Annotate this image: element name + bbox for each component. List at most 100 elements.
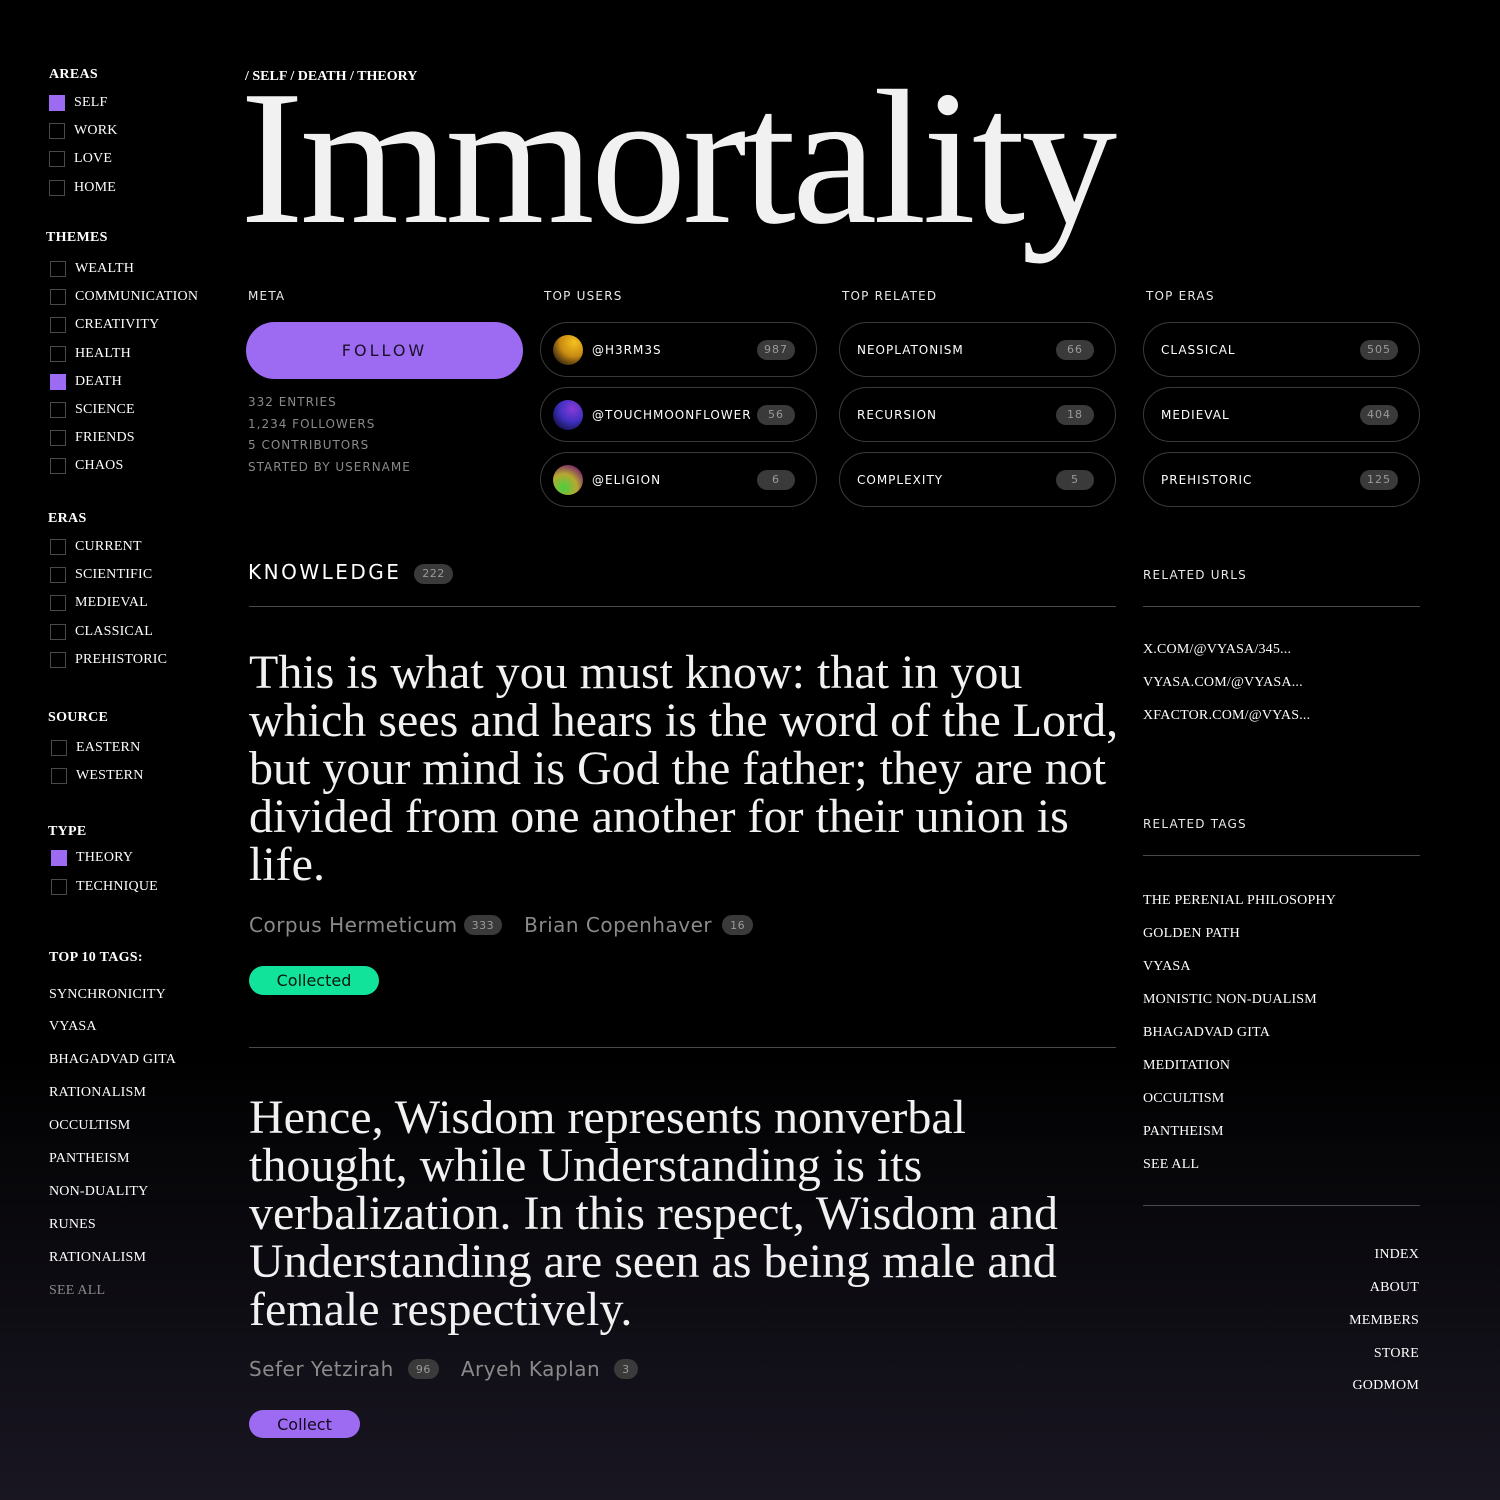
checkbox[interactable]: [51, 768, 67, 784]
user-pill[interactable]: @TOUCHMOONFLOWER 56: [540, 387, 817, 442]
meta-heading: META: [248, 289, 286, 303]
nav-about-link[interactable]: ABOUT: [1370, 1280, 1419, 1296]
author-link[interactable]: Aryeh Kaplan: [461, 1357, 600, 1381]
related-name: NEOPLATONISM: [857, 342, 964, 357]
related-tag-link[interactable]: MONISTIC NON-DUALISM: [1143, 992, 1317, 1008]
filter-area-love[interactable]: LOVE: [49, 151, 112, 167]
top-tag-link[interactable]: RATIONALISM: [49, 1085, 146, 1101]
filter-source-western[interactable]: WESTERN: [51, 768, 144, 784]
filter-label: PREHISTORIC: [75, 652, 168, 667]
checkbox[interactable]: [51, 850, 67, 866]
related-tags-see-all-link[interactable]: SEE ALL: [1143, 1157, 1199, 1173]
top-tag-link[interactable]: PANTHEISM: [49, 1151, 130, 1167]
checkbox[interactable]: [50, 595, 66, 611]
top-tag-link[interactable]: RUNES: [49, 1217, 96, 1233]
checkbox[interactable]: [50, 317, 66, 333]
checkbox[interactable]: [50, 374, 66, 390]
checkbox[interactable]: [50, 624, 66, 640]
filter-theme-friends[interactable]: FRIENDS: [50, 430, 135, 446]
filter-area-self[interactable]: SELF: [49, 95, 107, 111]
related-tag-link[interactable]: BHAGADVAD GITA: [1143, 1025, 1270, 1041]
areas-heading: AREAS: [49, 67, 98, 82]
filter-label: HOME: [74, 180, 117, 195]
top-related-heading: TOP RELATED: [842, 289, 938, 303]
meta-contributors: 5 CONTRIBUTORS: [248, 438, 370, 452]
checkbox[interactable]: [49, 95, 65, 111]
divider: [249, 606, 1116, 607]
checkbox[interactable]: [49, 151, 65, 167]
filter-label: LOVE: [74, 151, 113, 166]
era-pill[interactable]: PREHISTORIC 125: [1143, 452, 1420, 507]
filter-era-classical[interactable]: CLASSICAL: [50, 624, 153, 640]
top-eras-heading: TOP ERAS: [1146, 289, 1215, 303]
checkbox[interactable]: [50, 567, 66, 583]
top-tag-link[interactable]: BHAGADVAD GITA: [49, 1052, 176, 1068]
collect-button[interactable]: Collect: [249, 1410, 360, 1438]
related-url-link[interactable]: VYASA.COM/@VYASA...: [1143, 675, 1303, 691]
checkbox[interactable]: [50, 652, 66, 668]
filter-theme-wealth[interactable]: WEALTH: [50, 261, 134, 277]
related-tag-link[interactable]: PANTHEISM: [1143, 1124, 1224, 1140]
related-tag-link[interactable]: VYASA: [1143, 959, 1191, 975]
source-link[interactable]: Sefer Yetzirah: [249, 1357, 394, 1381]
filter-type-technique[interactable]: TECHNIQUE: [51, 879, 158, 895]
user-pill[interactable]: @ELIGION 6: [540, 452, 817, 507]
user-count-badge: 987: [757, 339, 795, 360]
top-tag-link[interactable]: SYNCHRONICITY: [49, 987, 166, 1003]
filter-era-prehistoric[interactable]: PREHISTORIC: [50, 652, 167, 668]
user-pill[interactable]: @H3RM3S 987: [540, 322, 817, 377]
related-url-link[interactable]: XFACTOR.COM/@VYAS...: [1143, 708, 1310, 724]
user-count-badge: 56: [757, 404, 795, 425]
filter-theme-health[interactable]: HEALTH: [50, 346, 131, 362]
filter-era-current[interactable]: CURRENT: [50, 539, 142, 555]
checkbox[interactable]: [49, 123, 65, 139]
filter-era-medieval[interactable]: MEDIEVAL: [50, 595, 148, 611]
checkbox[interactable]: [50, 402, 66, 418]
top-tag-link[interactable]: NON-DUALITY: [49, 1184, 148, 1200]
related-tag-link[interactable]: THE PERENIAL PHILOSOPHY: [1143, 893, 1336, 909]
checkbox[interactable]: [50, 289, 66, 305]
related-pill[interactable]: NEOPLATONISM 66: [839, 322, 1116, 377]
related-pill[interactable]: COMPLEXITY 5: [839, 452, 1116, 507]
author-count-badge: 3: [614, 1359, 638, 1379]
checkbox[interactable]: [51, 740, 67, 756]
nav-godmom-link[interactable]: GODMOM: [1352, 1378, 1419, 1394]
nav-index-link[interactable]: INDEX: [1374, 1247, 1419, 1263]
filter-type-theory[interactable]: THEORY: [51, 850, 133, 866]
source-link[interactable]: Corpus Hermeticum: [249, 913, 458, 937]
checkbox[interactable]: [50, 539, 66, 555]
filter-area-home[interactable]: HOME: [49, 180, 116, 196]
follow-button[interactable]: FOLLOW: [246, 322, 523, 379]
era-count-badge: 404: [1360, 404, 1398, 425]
nav-members-link[interactable]: MEMBERS: [1349, 1313, 1419, 1329]
era-pill[interactable]: MEDIEVAL 404: [1143, 387, 1420, 442]
checkbox[interactable]: [49, 180, 65, 196]
top-tag-link[interactable]: RATIONALISM: [49, 1250, 146, 1266]
nav-store-link[interactable]: STORE: [1374, 1346, 1419, 1362]
top-tags-see-all-link[interactable]: SEE ALL: [49, 1283, 105, 1299]
checkbox[interactable]: [50, 346, 66, 362]
related-tag-link[interactable]: MEDITATION: [1143, 1058, 1230, 1074]
related-tag-link[interactable]: GOLDEN PATH: [1143, 926, 1240, 942]
filter-theme-chaos[interactable]: CHAOS: [50, 458, 123, 474]
related-tag-link[interactable]: OCCULTISM: [1143, 1091, 1224, 1107]
top-tag-link[interactable]: VYASA: [49, 1019, 97, 1035]
filter-area-work[interactable]: WORK: [49, 123, 118, 139]
checkbox[interactable]: [50, 261, 66, 277]
related-url-link[interactable]: X.COM/@VYASA/345...: [1143, 642, 1291, 658]
checkbox[interactable]: [50, 458, 66, 474]
checkbox[interactable]: [51, 879, 67, 895]
era-pill[interactable]: CLASSICAL 505: [1143, 322, 1420, 377]
related-pill[interactable]: RECURSION 18: [839, 387, 1116, 442]
filter-era-scientific[interactable]: SCIENTIFIC: [50, 567, 152, 583]
top-tag-link[interactable]: OCCULTISM: [49, 1118, 130, 1134]
filter-theme-communication[interactable]: COMMUNICATION: [50, 289, 198, 305]
filter-theme-death[interactable]: DEATH: [50, 374, 122, 390]
collected-button[interactable]: Collected: [249, 966, 379, 995]
filter-theme-science[interactable]: SCIENCE: [50, 402, 135, 418]
filter-source-eastern[interactable]: EASTERN: [51, 740, 140, 756]
filter-theme-creativity[interactable]: CREATIVITY: [50, 317, 159, 333]
knowledge-quote: Hence, Wisdom represents nonverbal thoug…: [249, 1091, 1058, 1336]
author-link[interactable]: Brian Copenhaver: [524, 913, 712, 937]
checkbox[interactable]: [50, 430, 66, 446]
